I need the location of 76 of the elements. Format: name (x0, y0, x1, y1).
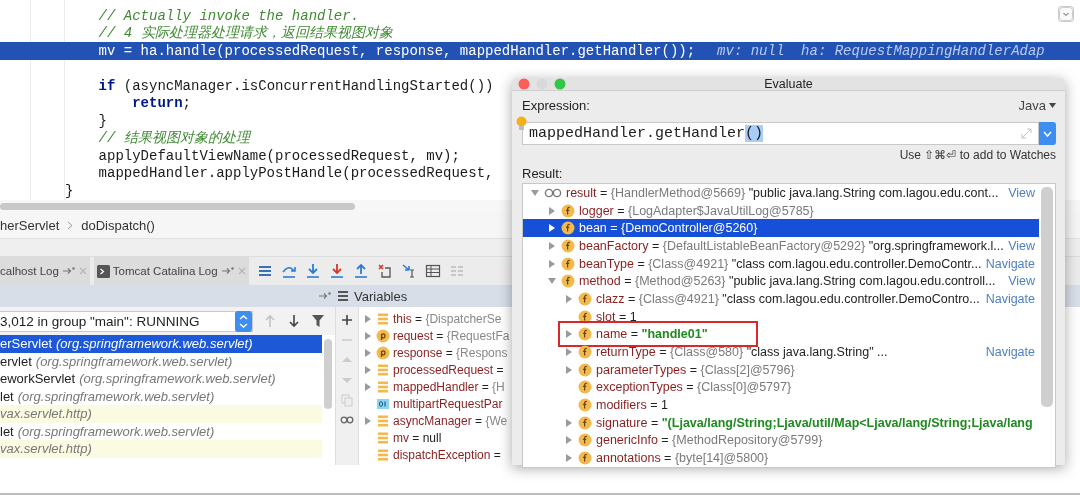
result-label: Result: (522, 166, 563, 181)
expression-field[interactable]: mappedHandler.getHandler() (522, 122, 1039, 145)
variable-entry: annotations = {byte[14]@5800} (596, 451, 769, 466)
window-title: Evaluate (764, 77, 813, 91)
tree-row[interactable]: logger = {LogAdapter$JavaUtilLog@5785} (523, 201, 1039, 220)
link[interactable]: Navigate (981, 291, 1035, 306)
link[interactable]: View (1004, 274, 1035, 289)
variable-entry: processedRequest = (393, 362, 504, 377)
variable-entry: mv = null (393, 430, 442, 445)
code-line: mv = ha.handle(processedRequest, response, mappedHandler.getHandler()); (98, 42, 696, 59)
thread-dropdown[interactable]: 3,012 in group "main": RUNNING (0, 310, 253, 332)
variable-entry: name = "handle01" (596, 327, 708, 342)
stack-frame[interactable]: erServlet (org.springframework.web.servlet) (0, 335, 322, 353)
hint-text: Use ⇧⌘⏎ to add to Watches (899, 148, 1056, 162)
link[interactable]: View (1004, 238, 1035, 253)
panel-title: Variables (354, 288, 408, 304)
variable-entry: dispatchException = (393, 447, 501, 462)
variable-entry: signature = "(Ljava/lang/String;Ljava/util/Map<Ljava/lang/String;Ljava/lang (596, 415, 1033, 430)
tab[interactable]: Tomcat Catalina Log (93, 257, 249, 285)
variable-entry: beanFactory = {DefaultListableBeanFactory@5292} "org.springframework.l... (579, 238, 1004, 253)
variable-entry: clazz = {Class@4921} "class com.lagou.edu.controller.DemoContro... (596, 291, 980, 306)
variable-entry: bean = {DemoController@5260} (579, 221, 758, 236)
variable-entry: asyncManager = {We (393, 413, 508, 428)
variable-entry: returnType = {Class@580} "class java.lang.String" ... (596, 345, 888, 360)
tree-row[interactable]: signature = "(Ljava/lang/String;Ljava/util/Map<Ljava/lang/String;Ljava/lang (523, 413, 1039, 432)
tab[interactable]: calhost Log (0, 257, 90, 285)
code-line: mappedHandler.applyPostHandle(processedRequest, (98, 165, 494, 182)
tree-row[interactable]: clazz = {Class@4921} "class com.lagou.edu.controller.DemoContro... Navigate (523, 290, 1039, 308)
tree-row[interactable]: slot = 1 (523, 307, 1039, 326)
variable-entry: this = {DispatcherSe (393, 311, 502, 326)
link[interactable]: Navigate (981, 256, 1035, 271)
tree-row[interactable]: name = "handle01" (523, 325, 1039, 344)
variable-entry: slot = 1 (596, 309, 637, 324)
variable-entry: multipartRequestPar (393, 396, 503, 411)
variable-entry: method = {Method@5263} "public java.lang.String com.lagou.edu.controll... (579, 274, 996, 289)
code-comment: // 结果视图对象的处理 (98, 129, 250, 148)
code-comment: // 4 实际处理器处理请求，返回结果视图对象 (98, 24, 393, 43)
code-line: } (65, 182, 74, 199)
inline-value-hint: mv: null ha: RequestMappingHandlerAdap (717, 42, 1045, 59)
code-line: } (98, 112, 107, 129)
variable-entry: logger = {LogAdapter$JavaUtilLog@5785} (579, 203, 814, 218)
variable-entry: exceptionTypes = {Class[0]@5797} (596, 380, 792, 395)
variable-entry: beanType = {Class@4921} "class com.lagou.edu.controller.DemoContr... (579, 256, 982, 271)
tree-row[interactable]: bean = {DemoController@5260} (523, 219, 1039, 238)
variable-entry: genericInfo = {MethodRepository@5799} (596, 433, 823, 448)
language-dropdown[interactable]: Java (1018, 97, 1056, 113)
breadcrumb-item[interactable]: herServlet (0, 217, 60, 233)
tree-row[interactable]: result = {HandlerMethod@5669} "public java.lang.String com.lagou.edu.cont... View (523, 184, 1039, 202)
tree-row[interactable]: modifiers = 1 (523, 396, 1039, 414)
variable-entry: request = {RequestFa (393, 328, 510, 343)
tree-row[interactable]: parameterTypes = {Class[2]@5796} (523, 360, 1039, 379)
code-line: if (asyncManager.isConcurrentHandlingStarted()) (98, 77, 494, 94)
tree-row[interactable]: genericInfo = {MethodRepository@5799} (523, 431, 1039, 450)
stack-frame[interactable]: let (org.springframework.web.servlet) (0, 422, 322, 440)
stack-frame[interactable]: eworkServlet (org.springframework.web.servlet) (0, 370, 322, 388)
variable-entry: result = {HandlerMethod@5669} "public java.lang.String com.lagou.edu.cont... (566, 185, 999, 200)
link[interactable]: Navigate (981, 345, 1035, 360)
code-line: applyDefaultViewName(processedRequest, mv); (98, 147, 460, 164)
stack-frame[interactable]: vax.servlet.http) (0, 440, 322, 458)
breadcrumb-item[interactable]: doDispatch() (81, 217, 155, 233)
field-label: Expression: (522, 97, 590, 113)
stack-frame[interactable]: vax.servlet.http) (0, 405, 322, 423)
variable-entry: modifiers = 1 (596, 398, 668, 413)
variable-entry: mappedHandler = {H (393, 379, 505, 394)
stack-frame[interactable]: let (org.springframework.web.servlet) (0, 387, 322, 405)
code-comment: // Actually invoke the handler. (98, 7, 360, 24)
tree-row[interactable]: beanType = {Class@4921} "class com.lagou.edu.controller.DemoContr... Navigate (523, 254, 1039, 273)
stack-frame[interactable]: ervlet (org.springframework.web.servlet) (0, 352, 322, 370)
tree-row[interactable]: returnType = {Class@580} "class java.lang.String" ... Navigate (523, 343, 1039, 361)
tree-row[interactable]: annotations = {byte[14]@5800} (523, 449, 1039, 467)
variable-entry: response = {Respons (393, 345, 508, 360)
variable-entry: parameterTypes = {Class[2]@5796} (596, 362, 795, 377)
tree-row[interactable]: exceptionTypes = {Class[0]@5797} (523, 378, 1039, 397)
tree-row[interactable]: method = {Method@5263} "public java.lang.String com.lagou.edu.controll... View (523, 272, 1039, 291)
code-line: return; (132, 95, 191, 112)
link[interactable]: View (1004, 185, 1035, 200)
